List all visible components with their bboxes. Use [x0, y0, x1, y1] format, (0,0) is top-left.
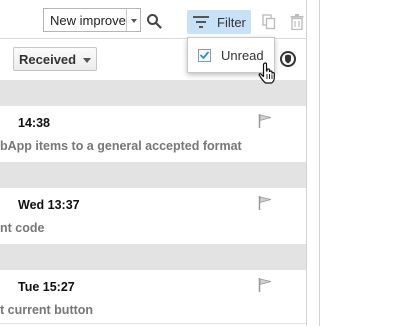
- reading-pane: [320, 0, 404, 326]
- message-time: Tue 15:27: [18, 280, 75, 294]
- chevron-down-icon: [83, 58, 91, 63]
- group-header: [0, 244, 306, 270]
- message-time: Wed 13:37: [18, 198, 80, 212]
- unread-checkbox[interactable]: [198, 49, 211, 62]
- message-time: 14:38: [18, 116, 50, 130]
- hand-cursor-icon: [258, 62, 275, 84]
- group-header: [0, 162, 306, 188]
- trash-icon[interactable]: [290, 14, 304, 30]
- list-divider: [0, 323, 306, 324]
- flag-icon[interactable]: [258, 114, 272, 128]
- search-icon[interactable]: [146, 13, 162, 29]
- search-combo-dropdown-arrow[interactable]: [126, 9, 140, 31]
- search-combo[interactable]: New improve: [43, 8, 141, 32]
- message-subject: bApp items to a general accepted format: [0, 139, 242, 153]
- shield-icon[interactable]: [280, 51, 296, 67]
- unread-option-label[interactable]: Unread: [221, 48, 264, 63]
- message-subject: nt code: [0, 221, 45, 235]
- filter-icon: [193, 16, 209, 28]
- search-combo-value[interactable]: New improve: [50, 13, 126, 28]
- copy-icon[interactable]: [262, 14, 276, 30]
- pane-divider[interactable]: [306, 0, 307, 326]
- flag-icon[interactable]: [258, 278, 272, 292]
- sort-dropdown[interactable]: Received: [13, 47, 97, 71]
- filter-button-label: Filter: [217, 15, 246, 30]
- filter-button[interactable]: Filter: [187, 10, 251, 34]
- flag-icon[interactable]: [258, 196, 272, 210]
- message-subject: t current button: [0, 303, 94, 317]
- sort-dropdown-label: Received: [19, 52, 77, 67]
